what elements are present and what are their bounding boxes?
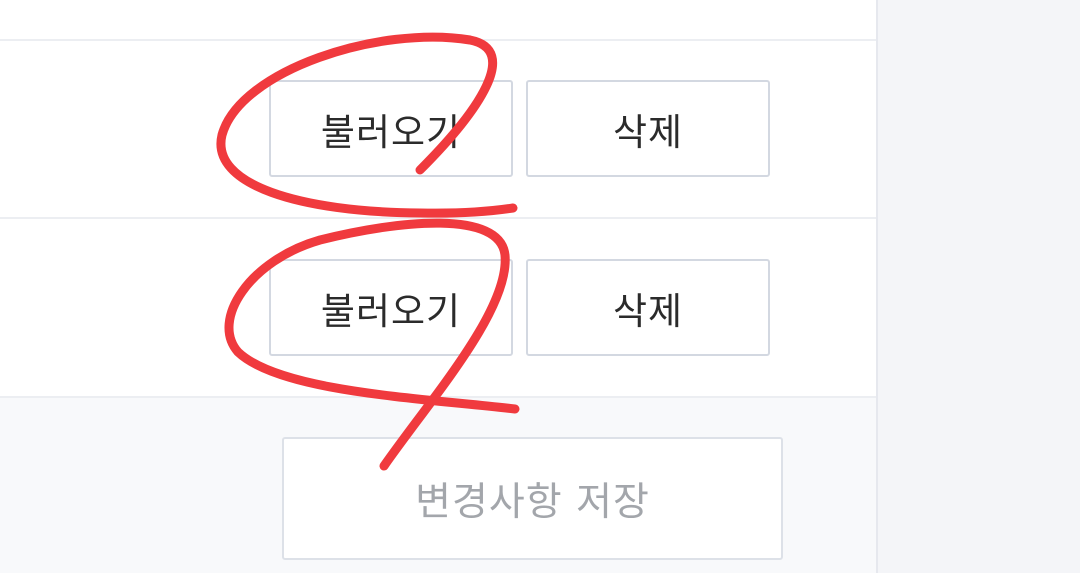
app-screen: 불러오기 삭제 불러오기 삭제 변경사항 저장 bbox=[0, 0, 1080, 573]
load-button[interactable]: 불러오기 bbox=[269, 259, 513, 356]
load-button[interactable]: 불러오기 bbox=[269, 80, 513, 177]
save-changes-button[interactable]: 변경사항 저장 bbox=[282, 437, 783, 560]
delete-button[interactable]: 삭제 bbox=[526, 259, 770, 356]
main-panel: 불러오기 삭제 불러오기 삭제 변경사항 저장 bbox=[0, 0, 876, 573]
delete-button[interactable]: 삭제 bbox=[526, 80, 770, 177]
side-panel bbox=[876, 0, 1080, 573]
saved-item-row: 불러오기 삭제 bbox=[0, 219, 876, 396]
saved-item-row: 불러오기 삭제 bbox=[0, 41, 876, 217]
